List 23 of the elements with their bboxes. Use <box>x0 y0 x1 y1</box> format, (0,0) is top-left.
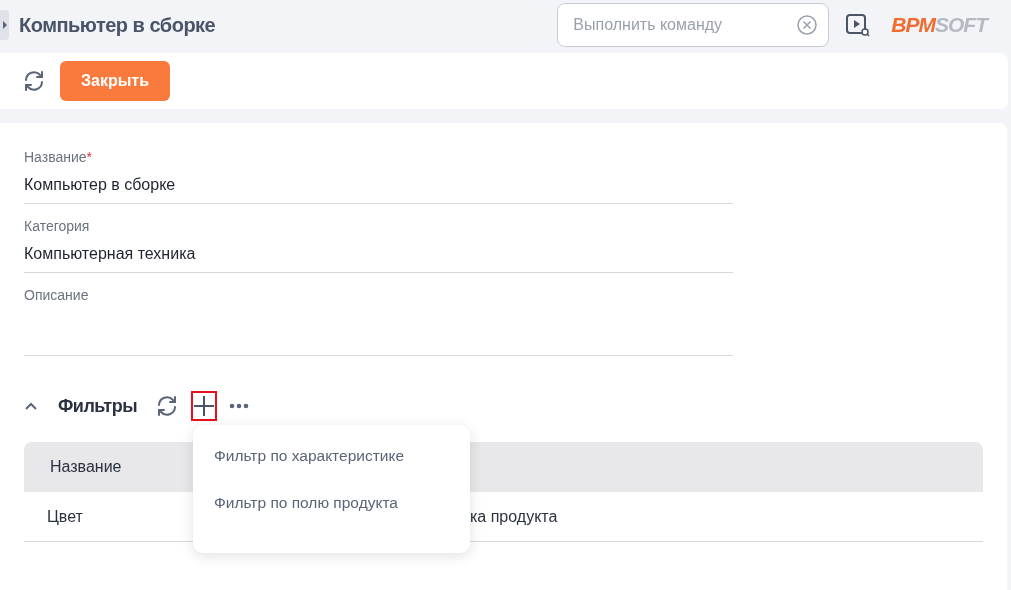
command-field[interactable]: Выполнить команду <box>557 3 830 47</box>
text-field[interactable]: Компьютер в сборке <box>24 165 733 204</box>
arrow-icon <box>1 21 8 29</box>
column-header: Название <box>50 458 122 476</box>
back-tab[interactable] <box>0 10 9 40</box>
section-title: Фильтры <box>58 395 138 417</box>
field-label: Описание <box>24 287 89 303</box>
clear-icon[interactable] <box>797 15 818 35</box>
video-search-icon[interactable] <box>845 12 872 38</box>
more-icon[interactable] <box>229 403 250 409</box>
field-label: Категория <box>24 218 90 234</box>
menu-item[interactable]: Фильтр по полю продукта <box>214 494 470 541</box>
collapse-icon[interactable] <box>24 401 38 411</box>
text-field[interactable]: Компьютерная техника <box>24 234 733 273</box>
field-label: Название <box>24 149 87 165</box>
menu-item[interactable]: Фильтр по характеристике <box>214 447 470 494</box>
add-button[interactable] <box>191 391 218 421</box>
plus-icon <box>193 395 216 417</box>
table-cell-text: Цвет <box>46 507 84 526</box>
page-title: Компьютер в сборке <box>19 13 216 37</box>
required-mark: * <box>86 149 92 165</box>
table-cell: ка продукта <box>470 507 558 526</box>
refresh-icon[interactable] <box>22 69 46 93</box>
